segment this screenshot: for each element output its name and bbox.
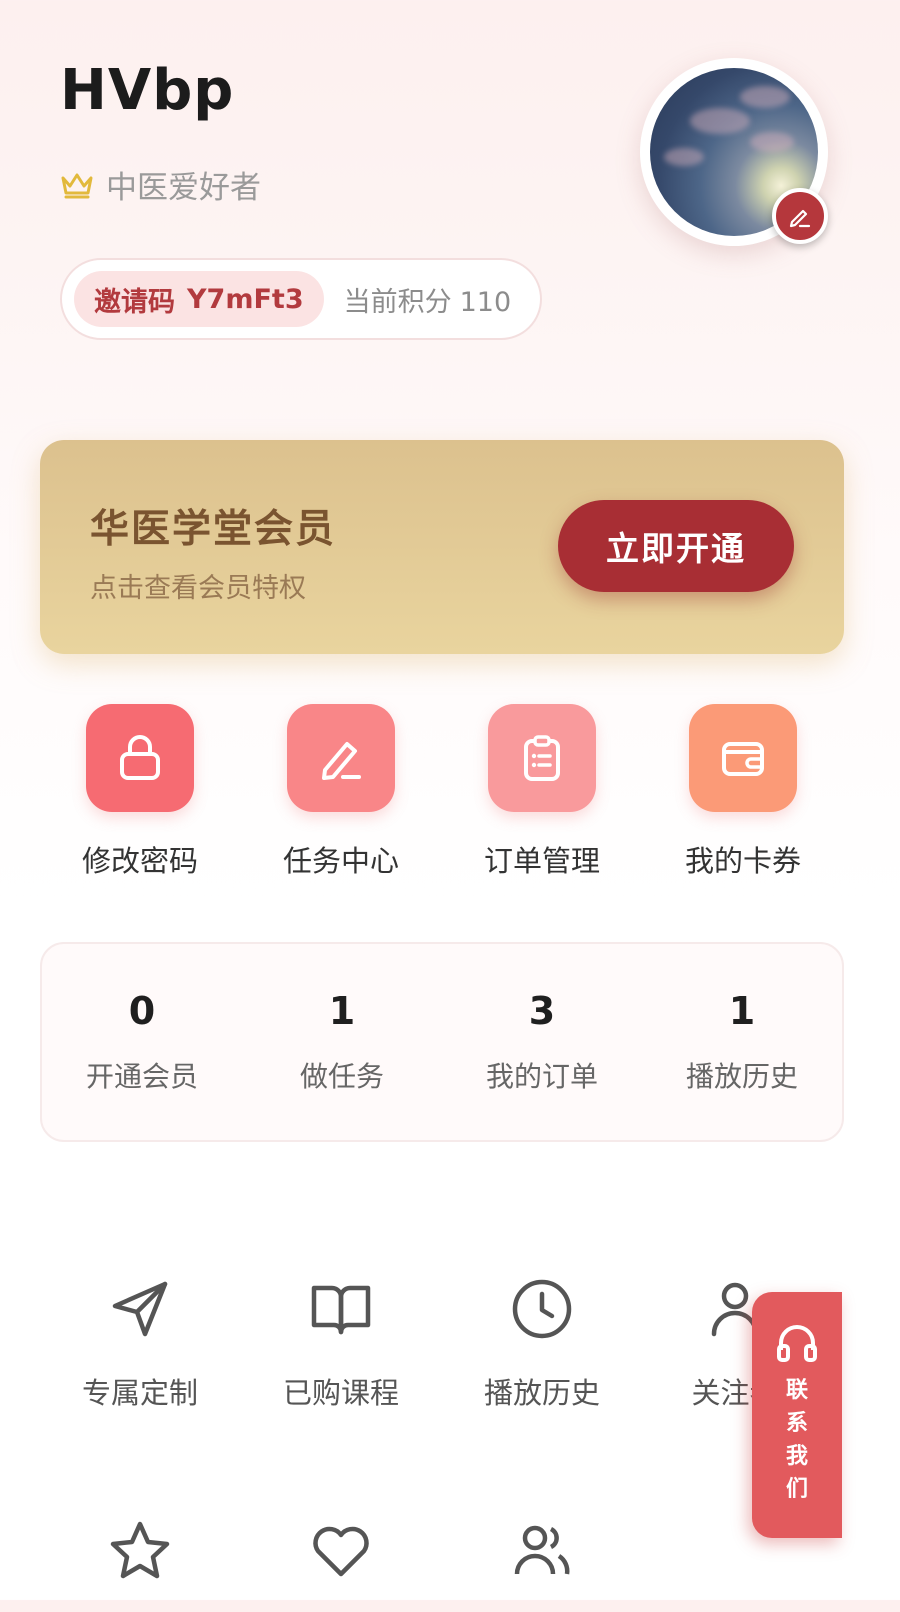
stat-open-membership[interactable]: 0 开通会员 xyxy=(42,944,242,1140)
star-icon xyxy=(110,1521,170,1579)
stat-play-history[interactable]: 1 播放历史 xyxy=(642,944,842,1140)
stat-label: 播放历史 xyxy=(685,1060,798,1093)
headset-icon xyxy=(777,1325,817,1362)
stat-do-tasks[interactable]: 1 做任务 xyxy=(242,944,442,1140)
user-level-label: 中医爱好者 xyxy=(106,170,261,206)
membership-subtitle: 点击查看会员特权 xyxy=(90,573,306,604)
quick-action-my-coupons[interactable]: 我的卡券 xyxy=(643,704,843,880)
quick-action-icon-bg xyxy=(86,704,194,812)
quick-action-icon-bg xyxy=(488,704,596,812)
menu-item-likes[interactable] xyxy=(241,1518,441,1612)
contact-us-label: 联系我们 xyxy=(785,1378,808,1502)
clock-icon xyxy=(512,1279,572,1339)
open-membership-button[interactable]: 立即开通 xyxy=(558,500,794,592)
stat-value: 0 xyxy=(128,989,156,1033)
menu-item-favorites[interactable] xyxy=(40,1518,240,1612)
stat-label: 我的订单 xyxy=(485,1060,598,1093)
invite-code-value: Y7mFt3 xyxy=(187,283,304,315)
menu-item-purchased-courses[interactable]: 已购课程 xyxy=(241,1276,441,1412)
quick-action-label: 修改密码 xyxy=(81,844,198,878)
points-value: 110 xyxy=(459,286,512,318)
stat-value: 1 xyxy=(328,989,356,1033)
lock-icon xyxy=(120,735,160,780)
stat-value: 1 xyxy=(728,989,756,1033)
menu-item-custom[interactable]: 专属定制 xyxy=(40,1276,240,1412)
quick-action-task-center[interactable]: 任务中心 xyxy=(241,704,441,880)
avatar-edit-button[interactable] xyxy=(772,188,828,244)
crown-icon xyxy=(61,173,93,198)
stat-my-orders[interactable]: 3 我的订单 xyxy=(442,944,642,1140)
stats-card: 0 开通会员 1 做任务 3 我的订单 1 播放历史 xyxy=(40,942,844,1142)
quick-action-order-management[interactable]: 订单管理 xyxy=(442,704,642,880)
stat-label: 开通会员 xyxy=(85,1060,198,1093)
quick-action-icon-bg xyxy=(287,704,395,812)
clipboard-icon xyxy=(524,735,560,781)
invite-code-badge[interactable]: 邀请码 Y7mFt3 xyxy=(74,271,324,327)
quick-action-label: 我的卡券 xyxy=(684,844,801,878)
contact-us-button[interactable]: 联系我们 xyxy=(752,1292,842,1538)
quick-action-change-password[interactable]: 修改密码 xyxy=(40,704,240,880)
menu-item-label: 已购课程 xyxy=(282,1376,399,1410)
membership-title: 华医学堂会员 xyxy=(90,507,337,552)
user-level: 中医爱好者 xyxy=(60,162,261,207)
menu-item-label: 播放历史 xyxy=(483,1376,600,1410)
send-icon xyxy=(112,1281,168,1337)
menu-item-label: 专属定制 xyxy=(81,1376,198,1410)
heart-icon xyxy=(313,1526,369,1577)
pencil-icon xyxy=(789,209,811,228)
points-label: 当前积分 xyxy=(343,286,452,318)
quick-action-icon-bg xyxy=(689,704,797,812)
stat-value: 3 xyxy=(528,989,556,1033)
pencil-icon xyxy=(322,742,361,780)
users-icon xyxy=(514,1525,570,1575)
quick-action-label: 任务中心 xyxy=(282,844,399,878)
quick-action-label: 订单管理 xyxy=(483,844,600,878)
username: HVbp xyxy=(60,58,235,123)
points-display: 当前积分 110 xyxy=(344,280,512,319)
book-icon xyxy=(311,1285,371,1335)
wallet-icon xyxy=(722,742,764,776)
menu-item-community[interactable] xyxy=(442,1518,642,1612)
menu-item-play-history[interactable]: 播放历史 xyxy=(442,1276,642,1412)
invite-code-label: 邀请码 xyxy=(94,286,175,318)
account-info-pill: 邀请码 Y7mFt3 当前积分 110 xyxy=(60,258,542,340)
stat-label: 做任务 xyxy=(299,1060,384,1093)
